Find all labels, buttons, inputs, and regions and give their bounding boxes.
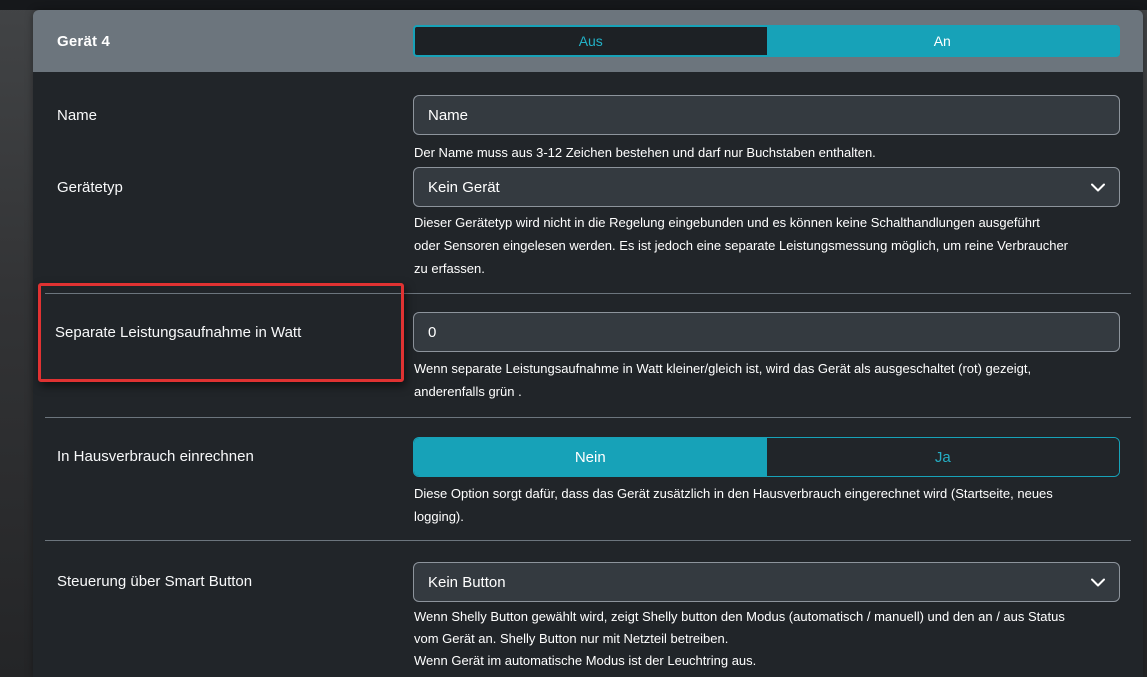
house-consumption-label: In Hausverbrauch einrechnen: [57, 448, 254, 465]
device-title: Gerät 4: [57, 32, 111, 50]
smart-button-helper-text: Wenn Shelly Button gewählt wird, zeigt S…: [414, 609, 1065, 677]
house-consumption-helper-text: Diese Option sorgt dafür, dass das Gerät…: [414, 486, 1053, 524]
separate-power-label: Separate Leistungsaufnahme in Watt: [55, 324, 302, 341]
card-header: Gerät 4 Aus An: [33, 10, 1143, 72]
smart-button-select[interactable]: Kein Button: [413, 562, 1120, 602]
divider: [45, 417, 1131, 418]
power-toggle-on-button[interactable]: An: [766, 27, 1118, 55]
divider: [45, 293, 1131, 294]
smart-button-label: Steuerung über Smart Button: [57, 573, 253, 590]
house-consumption-yes-button[interactable]: Ja: [766, 438, 1119, 476]
house-consumption-no-button[interactable]: Nein: [414, 438, 767, 476]
separate-power-helper-text: Wenn separate Leistungsaufnahme in Watt …: [414, 361, 1032, 399]
power-toggle: Aus An: [413, 25, 1120, 57]
name-input[interactable]: [413, 95, 1120, 135]
smart-button-selected-value: Kein Button: [428, 573, 506, 591]
chevron-down-icon: [1091, 183, 1105, 192]
top-dark-strip: [0, 0, 1147, 10]
separate-power-input[interactable]: [413, 312, 1120, 352]
device-type-select[interactable]: Kein Gerät: [413, 167, 1120, 207]
device-type-selected-value: Kein Gerät: [428, 178, 500, 196]
chevron-down-icon: [1091, 578, 1105, 587]
device-type-helper-text: Dieser Gerätetyp wird nicht in die Regel…: [414, 215, 1068, 276]
device-settings-card: Gerät 4 Aus An Name Der Name muss aus 3-…: [33, 10, 1143, 677]
name-helper-text: Der Name muss aus 3-12 Zeichen bestehen …: [414, 145, 876, 160]
house-consumption-toggle: Nein Ja: [413, 437, 1120, 477]
device-type-label: Gerätetyp: [57, 179, 123, 196]
divider: [45, 540, 1131, 541]
name-label: Name: [57, 107, 98, 124]
power-toggle-off-button[interactable]: Aus: [415, 27, 767, 55]
